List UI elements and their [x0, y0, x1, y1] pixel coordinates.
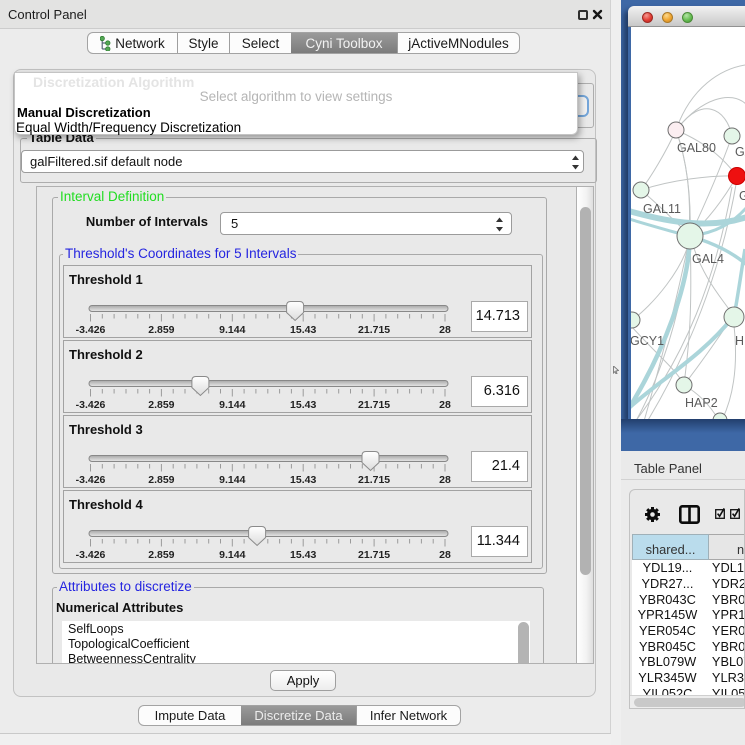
- svg-text:-3.426: -3.426: [76, 324, 106, 336]
- svg-text:28: 28: [439, 549, 451, 561]
- svg-text:15.43: 15.43: [290, 399, 316, 411]
- svg-text:GAL4: GAL4: [692, 252, 724, 266]
- svg-text:21.715: 21.715: [358, 324, 390, 336]
- svg-text:28: 28: [439, 474, 451, 486]
- svg-text:GAL11: GAL11: [643, 202, 681, 216]
- svg-text:-3.426: -3.426: [76, 399, 106, 411]
- svg-text:15.43: 15.43: [290, 474, 316, 486]
- svg-text:9.144: 9.144: [219, 399, 245, 411]
- svg-text:H: H: [735, 334, 744, 348]
- svg-text:-3.426: -3.426: [76, 474, 106, 486]
- svg-text:21.715: 21.715: [358, 474, 390, 486]
- svg-text:28: 28: [439, 324, 451, 336]
- svg-text:28: 28: [439, 399, 451, 411]
- svg-text:15.43: 15.43: [290, 549, 316, 561]
- svg-text:GCY1: GCY1: [631, 334, 664, 348]
- svg-text:9.144: 9.144: [219, 324, 245, 336]
- svg-text:GA: GA: [735, 145, 745, 159]
- svg-text:9.144: 9.144: [219, 474, 245, 486]
- svg-text:9.144: 9.144: [219, 549, 245, 561]
- svg-text:2.859: 2.859: [148, 549, 174, 561]
- svg-text:2.859: 2.859: [148, 474, 174, 486]
- svg-text:15.43: 15.43: [290, 324, 316, 336]
- svg-text:HAP2: HAP2: [685, 396, 718, 410]
- svg-text:21.715: 21.715: [358, 399, 390, 411]
- svg-text:GAL80: GAL80: [677, 141, 716, 155]
- svg-text:2.859: 2.859: [148, 399, 174, 411]
- svg-text:-3.426: -3.426: [76, 549, 106, 561]
- svg-text:21.715: 21.715: [358, 549, 390, 561]
- svg-text:2.859: 2.859: [148, 324, 174, 336]
- svg-text:G: G: [739, 189, 745, 203]
